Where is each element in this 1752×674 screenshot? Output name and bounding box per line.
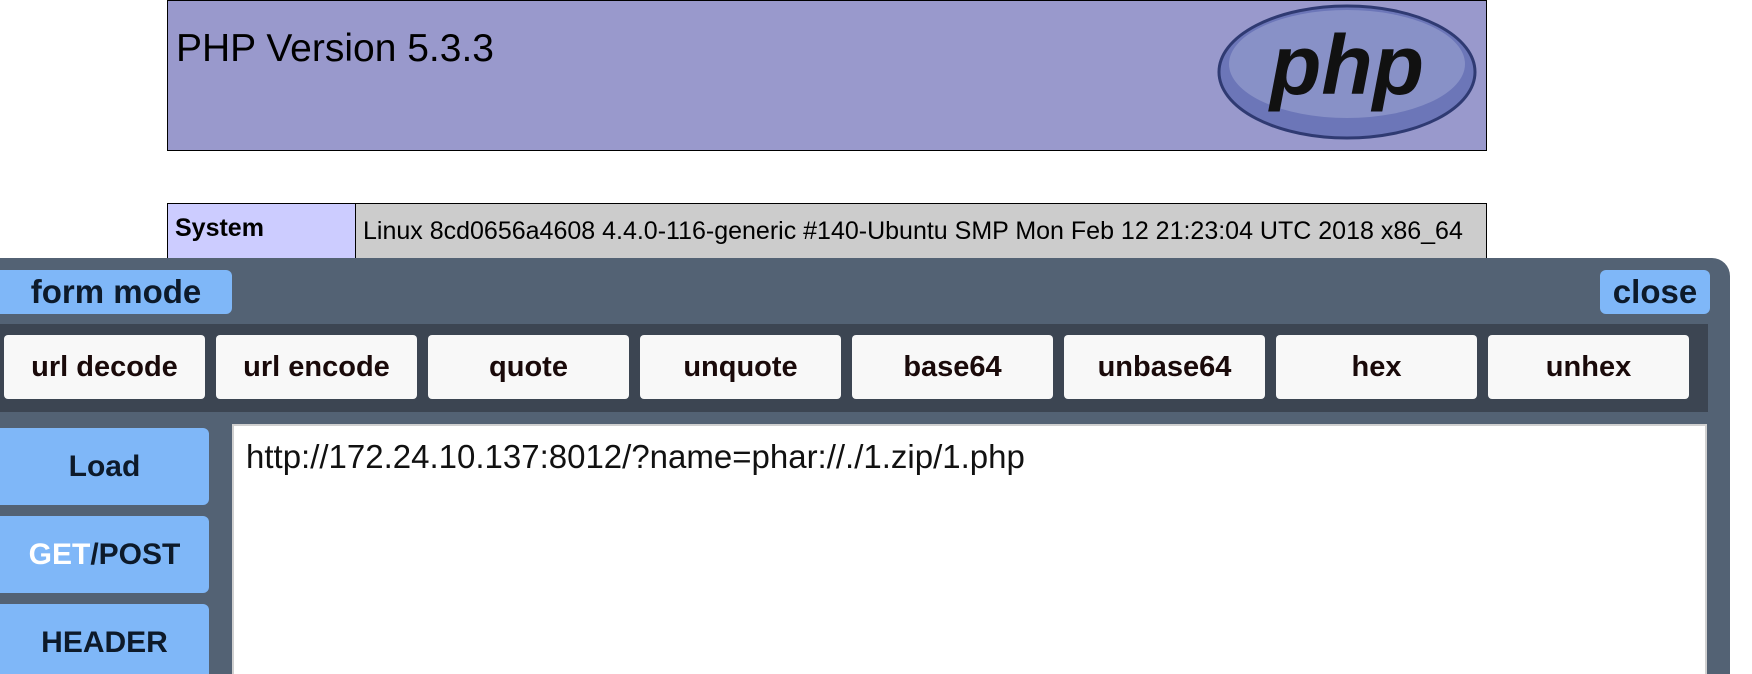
load-button[interactable]: Load xyxy=(0,428,209,505)
quote-button[interactable]: quote xyxy=(428,335,629,399)
page-title: PHP Version 5.3.3 xyxy=(176,27,494,70)
encoding-toolbar: url decode url encode quote unquote base… xyxy=(0,324,1708,412)
get-label: GET xyxy=(28,537,91,571)
php-logo: php xyxy=(1217,4,1477,140)
header-button[interactable]: HEADER xyxy=(0,604,209,674)
php-logo-text: php xyxy=(1268,18,1424,112)
form-mode-button[interactable]: form mode xyxy=(0,270,232,314)
close-button[interactable]: close xyxy=(1600,270,1710,314)
php-header: PHP Version 5.3.3 php xyxy=(167,0,1487,151)
hex-button[interactable]: hex xyxy=(1276,335,1477,399)
get-post-toggle[interactable]: GET/POST xyxy=(0,516,209,593)
unbase64-button[interactable]: unbase64 xyxy=(1064,335,1265,399)
url-input[interactable]: http://172.24.10.137:8012/?name=phar://.… xyxy=(232,424,1707,674)
url-encode-button[interactable]: url encode xyxy=(216,335,417,399)
hackbar-panel: form mode close url decode url encode qu… xyxy=(0,258,1730,674)
unhex-button[interactable]: unhex xyxy=(1488,335,1689,399)
base64-button[interactable]: base64 xyxy=(852,335,1053,399)
url-decode-button[interactable]: url decode xyxy=(4,335,205,399)
post-label: /POST xyxy=(90,537,181,571)
unquote-button[interactable]: unquote xyxy=(640,335,841,399)
